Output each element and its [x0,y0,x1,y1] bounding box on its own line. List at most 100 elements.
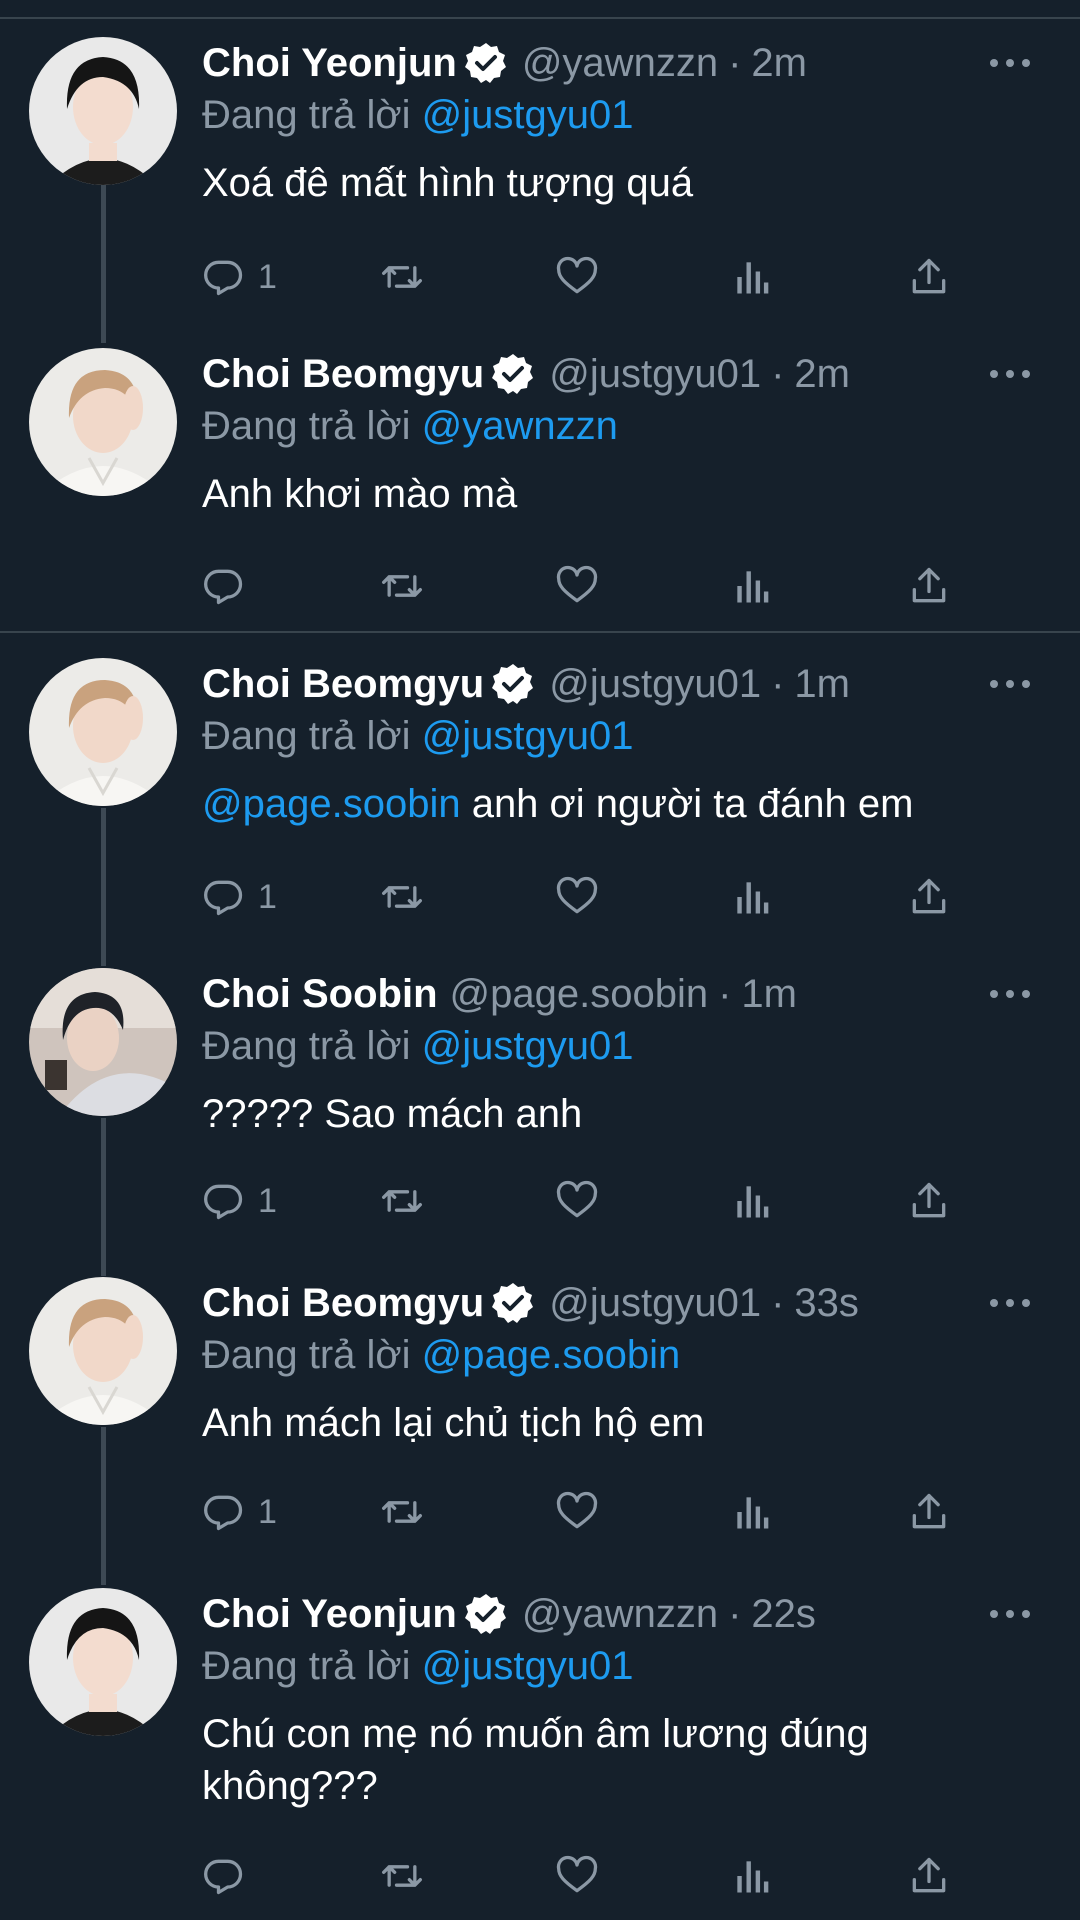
author-name[interactable]: Choi Beomgyu [202,658,484,710]
reply-to-handle[interactable]: @yawnzzn [422,404,618,448]
reply-button[interactable] [202,1846,246,1906]
more-options-icon[interactable] [990,658,1030,710]
tweet-text: ????? Sao mách anh [202,1088,1040,1140]
share-button[interactable] [907,247,951,307]
more-options-icon[interactable] [990,348,1030,400]
action-bar [202,1846,962,1906]
more-options-icon[interactable] [990,37,1030,89]
author-handle[interactable]: @page.soobin [450,968,709,1020]
share-button[interactable] [907,1171,951,1231]
retweet-icon [382,1501,422,1523]
views-icon [737,262,769,294]
share-button[interactable] [907,867,951,927]
views-button[interactable] [732,867,772,927]
views-button[interactable] [732,247,772,307]
tweet-text: Chú con mẹ nó muốn âm lương đúng không??… [202,1708,1040,1812]
action-bar: 1 [202,1482,962,1542]
reply-button[interactable]: 1 [202,1171,277,1231]
timestamp[interactable]: 2m [751,37,807,89]
more-options-icon[interactable] [990,968,1030,1020]
share-icon [912,258,946,294]
retweet-icon [382,1190,422,1212]
reply-icon [204,260,243,296]
retweet-icon [382,575,422,597]
tweet-body: anh ơi người ta đánh em [460,782,914,826]
author-handle[interactable]: @justgyu01 [549,348,761,400]
author-handle[interactable]: @justgyu01 [549,1277,761,1329]
reply-to-handle[interactable]: @page.soobin [422,1333,681,1377]
views-icon [737,882,769,914]
views-button[interactable] [732,1846,772,1906]
views-icon [737,1186,769,1218]
timestamp[interactable]: 1m [741,968,797,1020]
verified-badge-icon [491,352,535,396]
timestamp[interactable]: 22s [751,1588,816,1640]
like-button[interactable] [554,1171,600,1231]
like-button[interactable] [554,867,600,927]
avatar[interactable] [29,968,177,1116]
mention-link[interactable]: @page.soobin [202,782,461,826]
views-button[interactable] [732,556,772,616]
author-handle[interactable]: @yawnzzn [522,37,718,89]
views-button[interactable] [732,1171,772,1231]
reply-button[interactable]: 1 [202,247,277,307]
tweet-text: Anh mách lại chủ tịch hộ em [202,1397,1040,1449]
views-icon [737,1497,769,1529]
replying-to: Đang trả lời @justgyu01 [202,1020,1040,1072]
timestamp[interactable]: 33s [794,1277,859,1329]
share-button[interactable] [907,556,951,616]
like-button[interactable] [554,1846,600,1906]
author-name[interactable]: Choi Yeonjun [202,1588,457,1640]
retweet-button[interactable] [377,1171,427,1231]
more-options-icon[interactable] [990,1277,1030,1329]
separator-dot: · [728,41,742,85]
share-button[interactable] [907,1846,951,1906]
reply-to-handle[interactable]: @justgyu01 [422,1644,634,1688]
separator-dot: · [771,662,785,706]
reply-button[interactable]: 1 [202,1482,277,1542]
avatar[interactable] [29,1588,177,1736]
reply-to-handle[interactable]: @justgyu01 [422,1024,634,1068]
reply-button[interactable]: 1 [202,867,277,927]
like-button[interactable] [554,1482,600,1542]
timestamp[interactable]: 2m [794,348,850,400]
replying-to: Đang trả lời @justgyu01 [202,1640,1040,1692]
author-handle[interactable]: @justgyu01 [549,658,761,710]
reply-button[interactable] [202,556,246,616]
author-name[interactable]: Choi Soobin [202,968,438,1020]
author-name[interactable]: Choi Beomgyu [202,348,484,400]
verified-badge-icon [464,41,508,85]
heart-icon [556,256,598,294]
share-button[interactable] [907,1482,951,1542]
separator-dot: · [718,972,732,1016]
reply-icon [204,569,243,605]
retweet-button[interactable] [377,556,427,616]
retweet-button[interactable] [377,1846,427,1906]
reply-to-handle[interactable]: @justgyu01 [422,714,634,758]
replying-label: Đang trả lời [202,1024,411,1068]
avatar[interactable] [29,37,177,185]
author-handle[interactable]: @yawnzzn [522,1588,718,1640]
separator-dot: · [771,352,785,396]
retweet-button[interactable] [377,247,427,307]
action-bar: 1 [202,867,962,927]
avatar[interactable] [29,658,177,806]
like-button[interactable] [554,247,600,307]
replying-to: Đang trả lời @justgyu01 [202,89,1040,141]
author-name[interactable]: Choi Yeonjun [202,37,457,89]
views-button[interactable] [732,1482,772,1542]
like-button[interactable] [554,556,600,616]
retweet-button[interactable] [377,1482,427,1542]
timestamp[interactable]: 1m [794,658,850,710]
more-options-icon[interactable] [990,1588,1030,1640]
reply-icon [204,1184,243,1220]
share-icon [912,878,946,914]
avatar[interactable] [29,1277,177,1425]
reply-to-handle[interactable]: @justgyu01 [422,93,634,137]
retweet-button[interactable] [377,867,427,927]
avatar[interactable] [29,348,177,496]
reply-count: 1 [258,1181,277,1220]
reply-count: 1 [258,1492,277,1531]
retweet-icon [382,886,422,908]
author-name[interactable]: Choi Beomgyu [202,1277,484,1329]
